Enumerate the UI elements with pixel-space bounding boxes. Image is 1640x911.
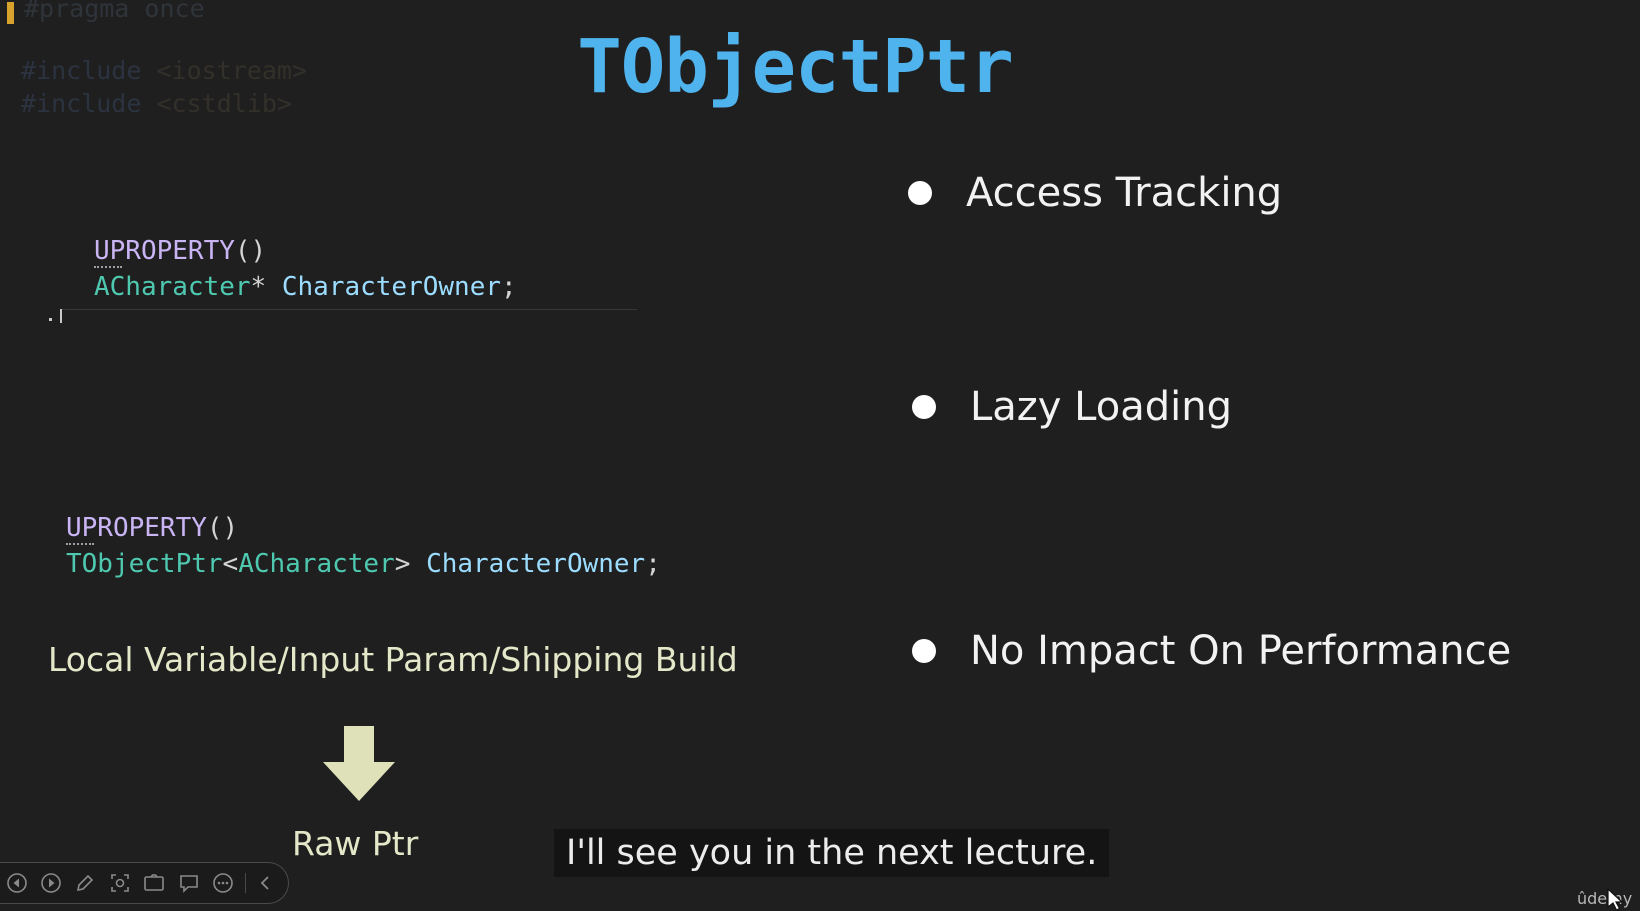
- slide-title: TObjectPtr: [577, 24, 1014, 110]
- squiggle-hint: [66, 539, 94, 545]
- toolbar-divider: [244, 873, 246, 893]
- usage-note: Local Variable/Input Param/Shipping Buil…: [48, 640, 738, 679]
- close-angle-token: >: [394, 549, 411, 579]
- code-line-uproperty: UPROPERTY(): [94, 233, 517, 269]
- squiggle-hint: [94, 262, 122, 268]
- pencil-icon[interactable]: [73, 870, 98, 897]
- text-caret: [60, 309, 62, 323]
- type-token: ACharacter: [94, 272, 251, 302]
- faded-pragma-text: #pragma once: [24, 0, 205, 23]
- mouse-pointer-icon: [1607, 888, 1624, 911]
- semicolon-token: ;: [645, 549, 661, 579]
- next-icon[interactable]: [38, 870, 63, 897]
- previous-icon[interactable]: [4, 870, 29, 897]
- code-line-declaration: TObjectPtr<ACharacter> CharacterOwner;: [66, 546, 661, 582]
- parens-token: (): [206, 513, 239, 543]
- pointer-token: *: [250, 272, 267, 302]
- open-angle-token: <: [222, 549, 239, 579]
- semicolon-token: ;: [501, 272, 517, 302]
- collapse-icon[interactable]: [254, 870, 279, 897]
- identifier-token: CharacterOwner: [426, 549, 646, 579]
- identifier-token: CharacterOwner: [281, 272, 502, 302]
- video-frame: #pragma once #include <iostream> #includ…: [0, 0, 1640, 911]
- bullet-lazy-loading: Lazy Loading: [912, 384, 1232, 430]
- code-line-declaration: ACharacter* CharacterOwner;: [94, 269, 517, 305]
- line-marker: [7, 2, 14, 24]
- code-line-uproperty: UPROPERTY(): [66, 510, 661, 546]
- bullet-label: No Impact On Performance: [970, 628, 1512, 674]
- code-block-raw-pointer: UPROPERTY() ACharacter* CharacterOwner;: [94, 233, 517, 305]
- current-line-highlight: [60, 309, 637, 310]
- camera-icon[interactable]: [142, 870, 167, 897]
- bullet-icon: [912, 395, 936, 419]
- more-icon[interactable]: [210, 870, 235, 897]
- bullet-icon: [908, 181, 932, 205]
- bullet-no-impact-performance: No Impact On Performance: [912, 628, 1511, 674]
- bullet-label: Access Tracking: [966, 170, 1283, 216]
- raw-ptr-label: Raw Ptr: [292, 824, 419, 863]
- subtitles-icon[interactable]: [176, 870, 201, 897]
- code-block-tobjectptr: UPROPERTY() TObjectPtr<ACharacter> Chara…: [66, 510, 661, 582]
- type-token: ACharacter: [238, 549, 395, 579]
- arrow-down-icon: [323, 726, 395, 801]
- faded-code-line-1: #pragma once: [24, 0, 205, 23]
- presentation-toolbar: [0, 862, 289, 904]
- bullet-access-tracking: Access Tracking: [908, 170, 1282, 216]
- wrapper-type-token: TObjectPtr: [66, 549, 223, 579]
- zoom-icon[interactable]: [107, 870, 132, 897]
- parens-token: (): [234, 236, 267, 266]
- bullet-icon: [912, 639, 936, 663]
- bullet-label: Lazy Loading: [970, 384, 1232, 430]
- caption-subtitle: I'll see you in the next lecture.: [554, 829, 1110, 877]
- caret-dot: [49, 318, 52, 321]
